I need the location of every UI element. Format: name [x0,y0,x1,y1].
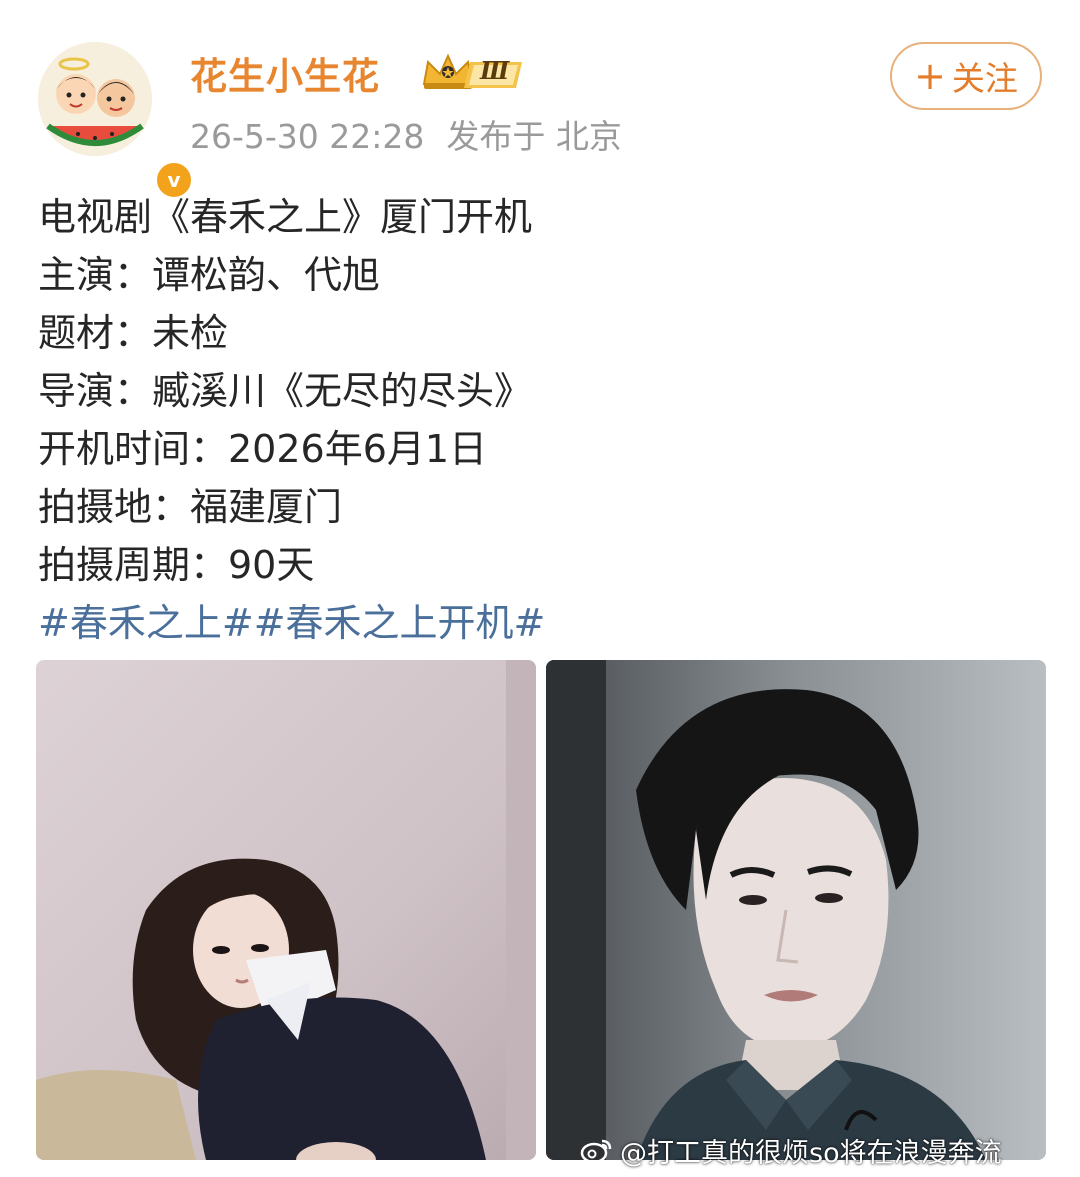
follow-label: 关注 [951,59,1018,98]
hashtag-link[interactable]: #春禾之上# [38,601,254,645]
hashtag-row: #春禾之上##春禾之上开机# [38,594,1048,652]
hashtag-link[interactable]: #春禾之上开机# [254,601,546,645]
post-line-location: 拍摄地：福建厦门 [38,485,343,529]
post-line-duration: 拍摄周期：90天 [38,543,315,587]
post-photo-actor[interactable] [546,660,1046,1160]
watermark-text: @打工真的很烦so将在浪漫奔流 [620,1137,1002,1169]
plus-icon: + [914,54,946,98]
post-line-director: 导演：臧溪川《无尽的尽头》 [38,369,533,413]
post-line-title: 电视剧《春禾之上》厦门开机 [38,195,533,239]
post-location: 发布于 北京 [446,117,622,156]
follow-button[interactable]: + 关注 [890,42,1042,110]
crown-vip-icon[interactable]: Ⅲ [420,50,532,94]
post-line-start-date: 开机时间：2026年6月1日 [38,427,488,471]
author-name[interactable]: 花生小生花 [190,46,380,100]
post-photo-actress[interactable] [36,660,536,1160]
post-timestamp: 26-5-30 22:28 [190,117,425,156]
weibo-logo-icon [580,1139,612,1164]
vip-level: Ⅲ [480,56,510,85]
post-line-cast: 主演：谭松韵、代旭 [38,253,381,297]
weibo-watermark: @打工真的很烦so将在浪漫奔流 [580,1128,1002,1172]
post-content: 电视剧《春禾之上》厦门开机 主演：谭松韵、代旭 题材：未检 导演：臧溪川《无尽的… [38,188,1048,652]
post-meta: 26-5-30 22:28 发布于 北京 [190,110,622,158]
post-line-genre: 题材：未检 [38,311,229,355]
cartoon-couple-avatar-icon [38,42,152,156]
avatar[interactable]: v [38,42,194,200]
